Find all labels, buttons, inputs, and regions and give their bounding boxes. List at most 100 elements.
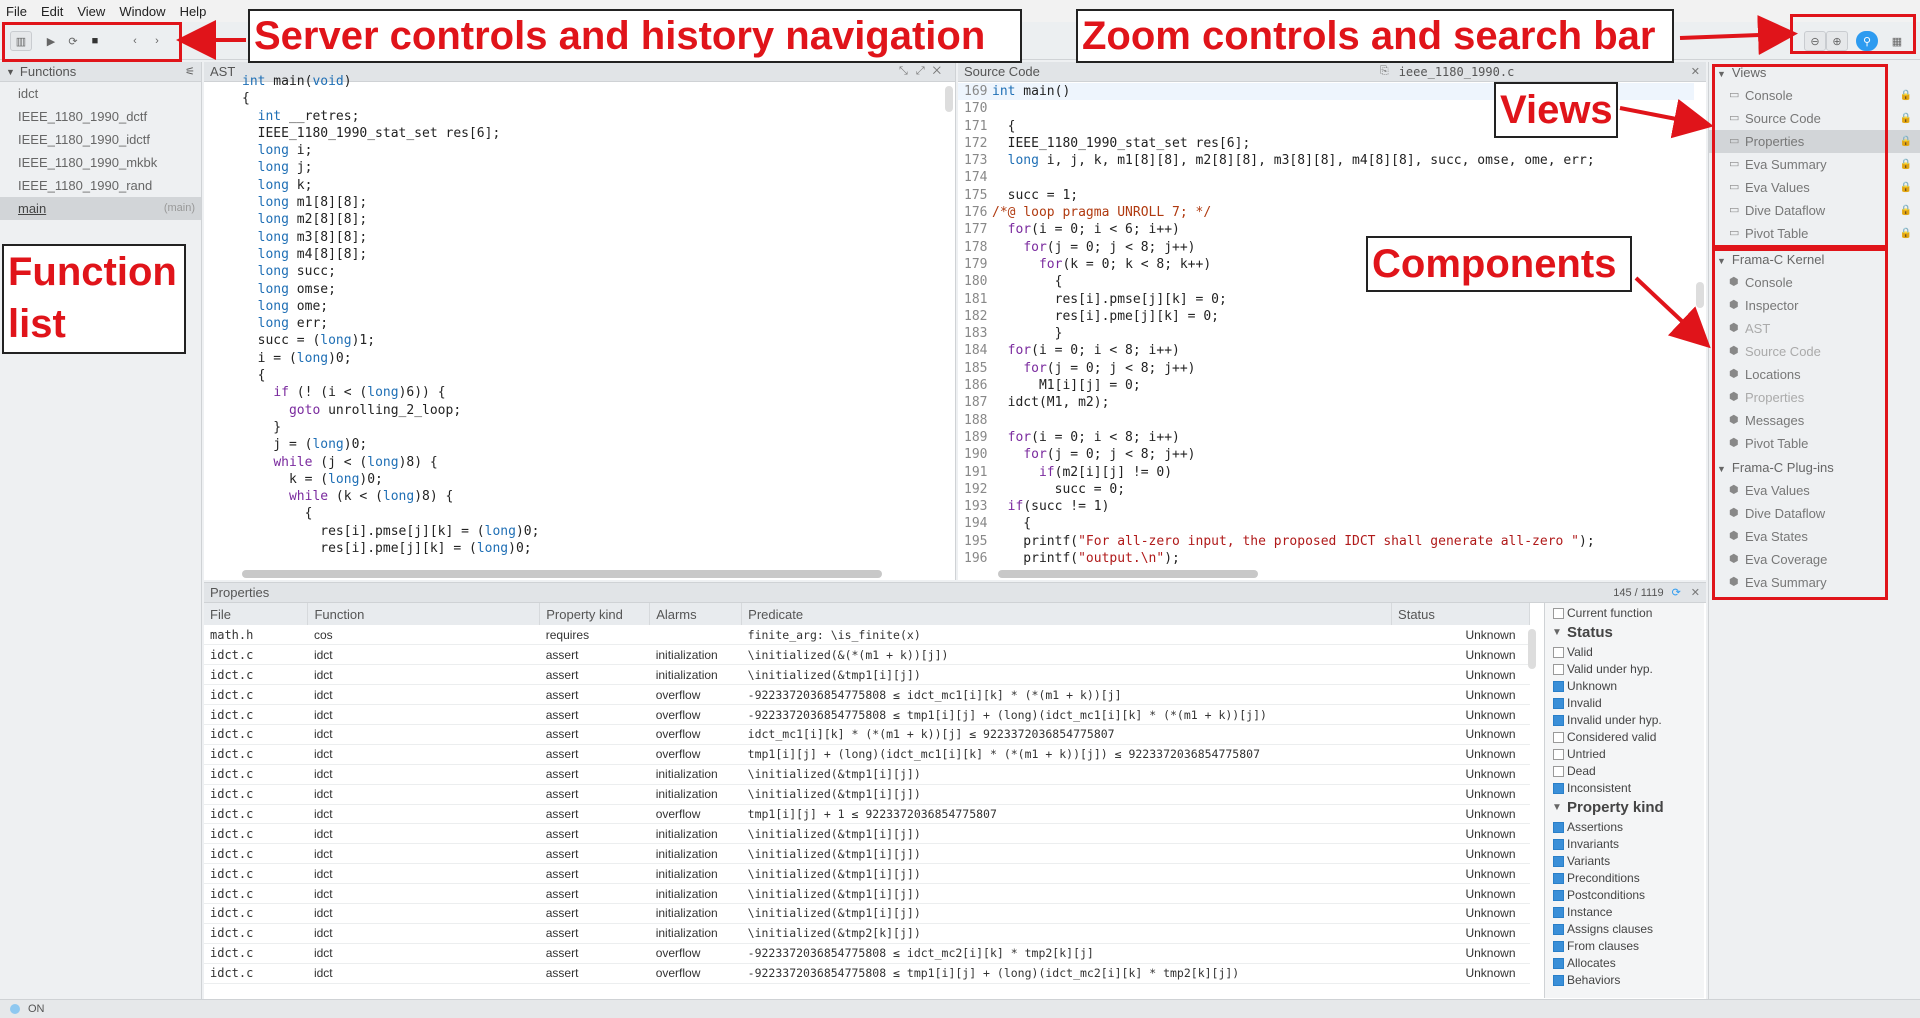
table-row[interactable]: idct.c idct assert initialization \initializ… [204, 843, 1530, 865]
table-cell: assert [539, 724, 650, 745]
checkbox[interactable] [1553, 890, 1564, 901]
filter-group-status[interactable]: Status [1545, 622, 1704, 644]
lock-icon[interactable]: 🔒 [1900, 84, 1912, 107]
table-row[interactable]: idct.c idct assert overflow -922337203685477… [204, 943, 1530, 964]
table-row[interactable]: idct.c idct assert initialization \initializ… [204, 664, 1530, 686]
table-row[interactable]: idct.c idct assert overflow tmp1[i][j] + (lo… [204, 744, 1530, 765]
checkbox[interactable] [1553, 783, 1564, 794]
checkbox[interactable] [1553, 647, 1564, 658]
column-header[interactable]: Property kind [539, 603, 651, 625]
filter-status-item[interactable]: Untried [1545, 746, 1704, 763]
filter-status-item[interactable]: Dead [1545, 763, 1704, 780]
filter-current-function[interactable]: Current function [1545, 605, 1704, 622]
checkbox[interactable] [1553, 856, 1564, 867]
checkbox[interactable] [1553, 664, 1564, 675]
table-row[interactable]: idct.c idct assert initialization \initializ… [204, 644, 1530, 666]
filter-kind-item[interactable]: Instance [1545, 904, 1704, 921]
checkbox[interactable] [1553, 975, 1564, 986]
menu-view[interactable]: View [77, 4, 105, 19]
menu-file[interactable]: File [6, 4, 27, 19]
lock-icon[interactable]: 🔒 [1900, 107, 1912, 130]
checkbox[interactable] [1553, 839, 1564, 850]
close-icon[interactable]: ✕ [1691, 65, 1700, 78]
column-header[interactable]: Alarms [649, 603, 743, 625]
properties-vscroll[interactable] [1528, 629, 1536, 669]
table-row[interactable]: idct.c idct assert initialization \initializ… [204, 883, 1530, 904]
filter-status-item[interactable]: Inconsistent [1545, 780, 1704, 797]
column-header[interactable]: Status [1391, 603, 1530, 625]
checkbox[interactable] [1553, 715, 1564, 726]
checkbox[interactable] [1553, 958, 1564, 969]
filter-kind-item[interactable]: Postconditions [1545, 887, 1704, 904]
settings-icon[interactable]: ⚟ [185, 65, 195, 78]
table-row[interactable]: idct.c idct assert initialization \initializ… [204, 923, 1530, 944]
checkbox[interactable] [1553, 608, 1564, 619]
table-row[interactable]: idct.c idct assert initialization \initializ… [204, 903, 1530, 924]
filter-group-kind[interactable]: Property kind [1545, 797, 1704, 819]
source-code[interactable]: 169 int main() 170 171 {172 IEEE_1180_1990_… [958, 83, 1694, 566]
checkbox[interactable] [1553, 732, 1564, 743]
menu-window[interactable]: Window [119, 4, 165, 19]
line-number: 188 [964, 412, 988, 428]
filter-status-item[interactable]: Unknown [1545, 678, 1704, 695]
checkbox[interactable] [1553, 822, 1564, 833]
table-row[interactable]: idct.c idct assert overflow tmp1[i][j] + 1 ≤… [204, 804, 1530, 825]
filter-kind-item[interactable]: Preconditions [1545, 870, 1704, 887]
function-item-main[interactable]: main (main) [0, 197, 201, 220]
checkbox[interactable] [1553, 873, 1564, 884]
filter-kind-item[interactable]: From clauses [1545, 938, 1704, 955]
filter-status-item[interactable]: Invalid [1545, 695, 1704, 712]
table-row[interactable]: idct.c idct assert initialization \initializ… [204, 823, 1530, 845]
table-row[interactable]: idct.c idct assert initialization \initializ… [204, 784, 1530, 805]
lock-icon[interactable]: 🔒 [1900, 222, 1912, 245]
source-hscroll[interactable] [998, 570, 1258, 578]
checkbox[interactable] [1553, 766, 1564, 777]
refresh-icon[interactable]: ⟳ [1672, 586, 1681, 599]
filter-kind-item[interactable]: Behaviors [1545, 972, 1704, 989]
table-row[interactable]: idct.c idct assert overflow -922337203685477… [204, 704, 1530, 725]
table-cell: \initialized(&tmp1[i][j]) [741, 843, 1392, 865]
checkbox[interactable] [1553, 698, 1564, 709]
filter-kind-item[interactable]: Assigns clauses [1545, 921, 1704, 938]
filter-status-item[interactable]: Valid [1545, 644, 1704, 661]
checkbox[interactable] [1553, 681, 1564, 692]
checkbox[interactable] [1553, 941, 1564, 952]
menu-help[interactable]: Help [180, 4, 207, 19]
filter-kind-item[interactable]: Assertions [1545, 819, 1704, 836]
function-item[interactable]: idct [0, 82, 201, 105]
ast-code[interactable]: int main(void) { int __retres; IEEE_1180_… [242, 73, 943, 566]
lock-icon[interactable]: 🔒 [1900, 199, 1912, 222]
lock-icon[interactable]: 🔒 [1900, 130, 1912, 153]
table-row[interactable]: math.h cos requires finite_arg: \is_finite(… [204, 625, 1530, 646]
table-row[interactable]: idct.c idct assert overflow -922337203685477… [204, 963, 1530, 984]
table-row[interactable]: idct.c idct assert overflow idct_mc1[i][k] *… [204, 724, 1530, 745]
function-item[interactable]: IEEE_1180_1990_dctf [0, 105, 201, 128]
filter-status-item[interactable]: Invalid under hyp. [1545, 712, 1704, 729]
line-number: 194 [964, 516, 988, 532]
checkbox[interactable] [1553, 749, 1564, 760]
lock-icon[interactable]: 🔒 [1900, 153, 1912, 176]
functions-header[interactable]: ▼ Functions ⚟ [0, 62, 201, 82]
function-item[interactable]: IEEE_1180_1990_rand [0, 174, 201, 197]
filter-status-item[interactable]: Considered valid [1545, 729, 1704, 746]
filter-kind-item[interactable]: Variants [1545, 853, 1704, 870]
table-row[interactable]: idct.c idct assert initialization \initializ… [204, 863, 1530, 885]
table-row[interactable]: idct.c idct assert initialization \initializ… [204, 764, 1530, 785]
column-header[interactable]: Predicate [741, 603, 1393, 625]
column-header[interactable]: Function [307, 603, 541, 625]
function-item[interactable]: IEEE_1180_1990_mkbk [0, 151, 201, 174]
filter-kind-item[interactable]: Invariants [1545, 836, 1704, 853]
function-item[interactable]: IEEE_1180_1990_idctf [0, 128, 201, 151]
filter-status-item[interactable]: Valid under hyp. [1545, 661, 1704, 678]
column-header[interactable]: File [204, 603, 309, 625]
checkbox[interactable] [1553, 924, 1564, 935]
filter-kind-item[interactable]: Allocates [1545, 955, 1704, 972]
close-icon[interactable]: ✕ [1691, 586, 1700, 599]
table-row[interactable]: idct.c idct assert overflow -922337203685477… [204, 684, 1530, 706]
ast-vscroll[interactable] [945, 86, 953, 112]
lock-icon[interactable]: 🔒 [1900, 176, 1912, 199]
menu-edit[interactable]: Edit [41, 4, 63, 19]
source-vscroll[interactable] [1696, 282, 1704, 308]
ast-hscroll[interactable] [242, 570, 882, 578]
checkbox[interactable] [1553, 907, 1564, 918]
